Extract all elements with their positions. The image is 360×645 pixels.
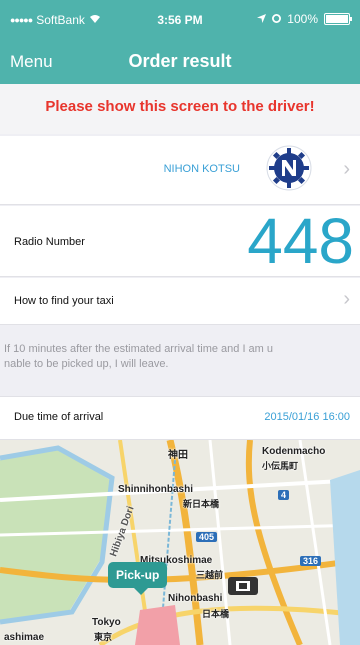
how-to-find-taxi-row[interactable]: How to find your taxi › <box>0 278 360 325</box>
map-label-kodenmacho: Kodenmacho <box>262 446 326 457</box>
driver-warning: Please show this screen to the driver! <box>0 84 360 134</box>
how-to-find-taxi-label: How to find your taxi <box>14 295 114 307</box>
map-label-mitsukoshimae-jp: 三越前 <box>196 570 224 580</box>
map-label-kanda: 神田 <box>168 450 188 461</box>
map-label-shinnihonbashi: Shinnihonbashi <box>118 484 193 495</box>
map-label-shinnihonbashi-jp: 新日本橋 <box>183 499 220 509</box>
note-line-2: nable to be picked up, I will leave. <box>4 358 169 370</box>
status-bar: ●●●●● SoftBank 3:56 PM 100% <box>0 0 360 40</box>
note-line-1: If 10 minutes after the estimated arriva… <box>4 343 274 355</box>
chevron-right-icon: › <box>343 158 350 180</box>
battery-icon <box>324 13 352 25</box>
pickup-map[interactable]: 神田 Kodenmacho 小伝馬町 Shinnihonbashi 新日本橋 H… <box>0 440 360 645</box>
chevron-right-icon: › <box>343 288 350 310</box>
map-label-tokyo-jp: 東京 <box>94 632 113 642</box>
route-405-badge: 405 <box>196 532 218 542</box>
company-name: NIHON KOTSU <box>163 163 240 175</box>
map-label-tokyo: Tokyo <box>92 617 121 628</box>
map-canvas <box>0 440 360 645</box>
route-4-badge: 4 <box>278 490 290 500</box>
radio-number-label: Radio Number <box>14 236 85 248</box>
route-316-badge: 316 <box>300 556 322 566</box>
due-time-value: 2015/01/16 16:00 <box>264 411 350 423</box>
radio-number-row: Radio Number 448 <box>0 205 360 277</box>
map-label-nihonbashi: Nihonbashi <box>168 593 223 604</box>
map-label-kodenmacho-jp: 小伝馬町 <box>262 461 299 471</box>
battery-percent: 100% <box>287 12 318 26</box>
navigation-bar: Menu Order result <box>0 40 360 84</box>
pickup-marker[interactable]: Pick-up <box>108 562 168 595</box>
due-time-row: Due time of arrival 2015/01/16 16:00 <box>0 396 360 440</box>
radio-number-value: 448 <box>247 205 354 277</box>
map-label-ashimae: ashimae <box>4 632 45 643</box>
location-arrow-icon <box>257 12 267 26</box>
page-title: Order result <box>128 51 232 71</box>
cancellation-note: If 10 minutes after the estimated arriva… <box>4 342 360 372</box>
map-label-nihonbashi-jp: 日本橋 <box>202 609 230 619</box>
due-time-label: Due time of arrival <box>14 411 104 423</box>
alarm-icon <box>272 12 282 26</box>
company-logo-icon <box>266 145 312 191</box>
taxi-company-row[interactable]: NIHON KOTSU › <box>0 136 360 205</box>
